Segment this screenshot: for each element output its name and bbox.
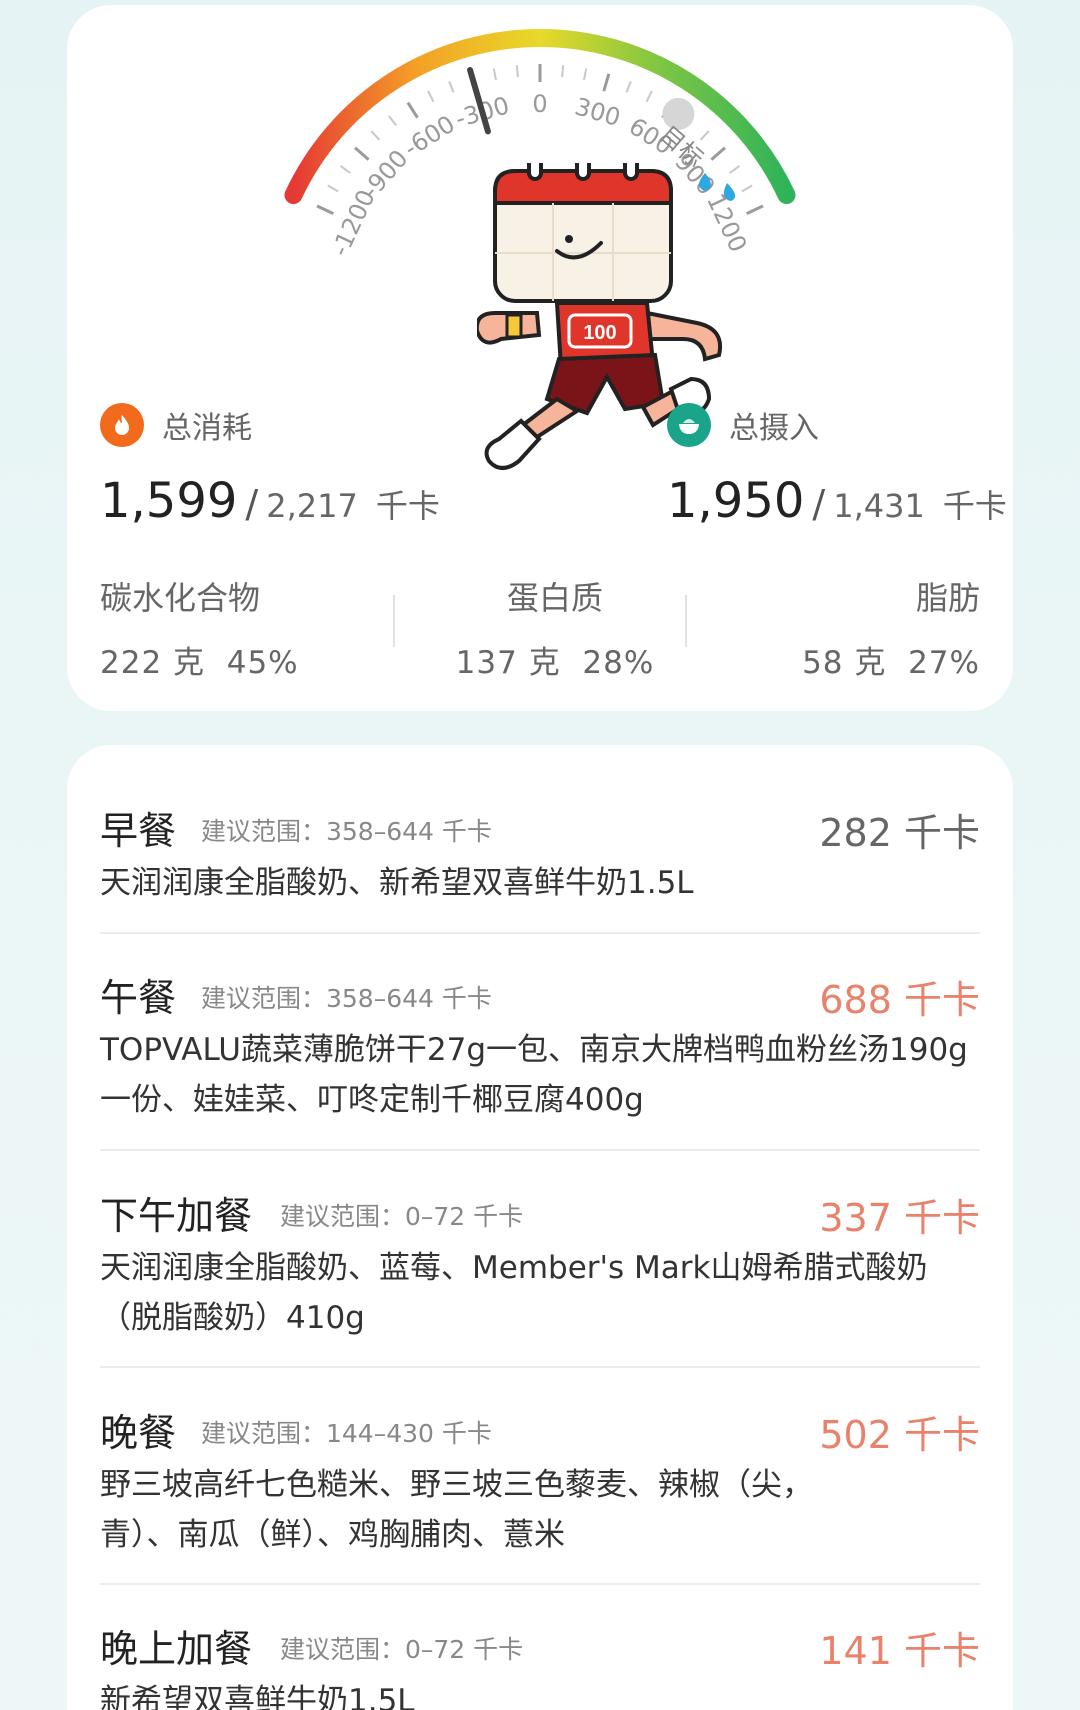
meal-evening-snack[interactable]: 晚上加餐 建议范围：0–72 千卡 141 千卡 新希望双喜鲜牛奶1.5L <box>100 1618 980 1710</box>
meal-kcal: 337 千卡 <box>819 1196 980 1240</box>
total-burn-label: 总消耗 <box>162 411 252 446</box>
total-burn-value: 1,599 / 2,217 千卡 <box>100 473 440 529</box>
separator <box>100 1149 980 1151</box>
meal-range: 建议范围：0–72 千卡 <box>280 1202 524 1231</box>
meal-kcal: 502 千卡 <box>819 1413 980 1457</box>
meal-foods: 天润润康全脂酸奶、蓝莓、Member's Mark山姆希腊式酸奶（脱脂酸奶）41… <box>100 1250 928 1336</box>
macro-name: 脂肪 <box>915 579 980 617</box>
meal-name: 午餐 <box>100 976 177 1020</box>
meal-name: 晚餐 <box>100 1411 177 1455</box>
meal-dinner[interactable]: 晚餐 建议范围：144–430 千卡 502 千卡 野三坡高纤七色糙米、野三坡三… <box>100 1402 980 1560</box>
meal-name: 下午加餐 <box>100 1194 253 1238</box>
gauge-tick <box>602 73 611 92</box>
macro-value: 137 克 28% <box>455 645 655 681</box>
meal-range: 建议范围：358–644 千卡 <box>201 984 492 1013</box>
macro-value: 222 克 45% <box>100 645 299 681</box>
gauge-tick-label: 300 <box>572 92 624 132</box>
separator <box>100 1366 980 1368</box>
intake-target: 1,431 <box>833 487 925 525</box>
gauge-tick <box>492 68 498 81</box>
meal-kcal: 688 千卡 <box>819 978 980 1022</box>
separator <box>100 932 980 934</box>
meal-afternoon-snack[interactable]: 下午加餐 建议范围：0–72 千卡 337 千卡 天润润康全脂酸奶、蓝莓、Mem… <box>100 1185 980 1343</box>
meal-breakfast[interactable]: 早餐 建议范围：358–644 千卡 282 千卡 天润润康全脂酸奶、新希望双喜… <box>100 800 980 908</box>
intake-value: 1,950 <box>667 473 805 529</box>
gauge-tick <box>370 130 381 141</box>
macro-name: 碳水化合物 <box>100 579 261 617</box>
meal-foods: TOPVALU蔬菜薄脆饼干27g一包、南京大牌档鸭血粉丝汤190g一份、娃娃菜、… <box>100 1032 968 1118</box>
gauge-tick <box>582 68 588 81</box>
meal-range: 建议范围：358–644 千卡 <box>201 817 492 846</box>
macro-protein: 蛋白质 137 克 28% <box>445 573 665 682</box>
meal-name: 早餐 <box>100 809 177 853</box>
gauge-tick <box>427 90 435 103</box>
meal-lunch[interactable]: 午餐 建议范围：358–644 千卡 688 千卡 TOPVALU蔬菜薄脆饼干2… <box>100 967 980 1125</box>
divider <box>393 595 395 647</box>
meal-range: 建议范围：144–430 千卡 <box>201 1419 492 1448</box>
macro-value: 58 克 27% <box>802 645 980 681</box>
intake-unit: 千卡 <box>942 487 1007 525</box>
gauge-tick-label: -600 <box>399 110 460 163</box>
macro-fat: 脂肪 58 克 27% <box>802 573 980 682</box>
burn-unit: 千卡 <box>375 487 440 525</box>
separator <box>100 1583 980 1585</box>
bib-number: 100 <box>583 322 616 344</box>
gauge-tick <box>515 65 519 78</box>
gauge-tick <box>645 90 653 103</box>
total-intake-value: 1,950 / 1,431 千卡 <box>667 473 1007 529</box>
meal-name: 晚上加餐 <box>100 1627 253 1671</box>
meals-card: 早餐 建议范围：358–644 千卡 282 千卡 天润润康全脂酸奶、新希望双喜… <box>67 745 1013 1710</box>
total-intake-label: 总摄入 <box>729 411 819 446</box>
gauge-tick <box>354 146 370 161</box>
macro-carbs: 碳水化合物 222 克 45% <box>100 573 299 682</box>
meal-range: 建议范围：0–72 千卡 <box>280 1635 524 1664</box>
meal-foods: 野三坡高纤七色糙米、野三坡三色藜麦、辣椒（尖，青）、南瓜（鲜）、鸡胸脯肉、薏米 <box>100 1467 813 1553</box>
meal-kcal: 282 千卡 <box>819 811 980 855</box>
gauge-tick <box>710 146 726 161</box>
divider <box>685 595 687 647</box>
meal-kcal: 141 千卡 <box>819 1629 980 1673</box>
gauge-tick <box>339 165 351 174</box>
flame-icon <box>100 403 144 447</box>
gauge-tick-label: 0 <box>532 90 547 118</box>
gauge-tick <box>388 115 397 127</box>
macro-name: 蛋白质 <box>506 579 603 617</box>
gauge-tick <box>448 81 455 93</box>
burn-target: 2,217 <box>266 487 358 525</box>
calorie-summary-card: -1200-900-600-30003006009001200目标 100 <box>67 5 1013 711</box>
gauge-tick <box>316 204 334 216</box>
gauge-tick <box>561 65 565 78</box>
meal-foods: 新希望双喜鲜牛奶1.5L <box>100 1683 415 1710</box>
total-burn-header: 总消耗 <box>100 403 252 447</box>
gauge-tick <box>327 184 339 193</box>
burn-value: 1,599 <box>100 473 238 529</box>
gauge-tick <box>699 130 710 141</box>
total-intake-header: 总摄入 <box>667 403 819 447</box>
gauge-tick <box>625 81 632 93</box>
gauge-tick <box>406 101 419 119</box>
meal-foods: 天润润康全脂酸奶、新希望双喜鲜牛奶1.5L <box>100 865 694 901</box>
bowl-icon <box>667 403 711 447</box>
